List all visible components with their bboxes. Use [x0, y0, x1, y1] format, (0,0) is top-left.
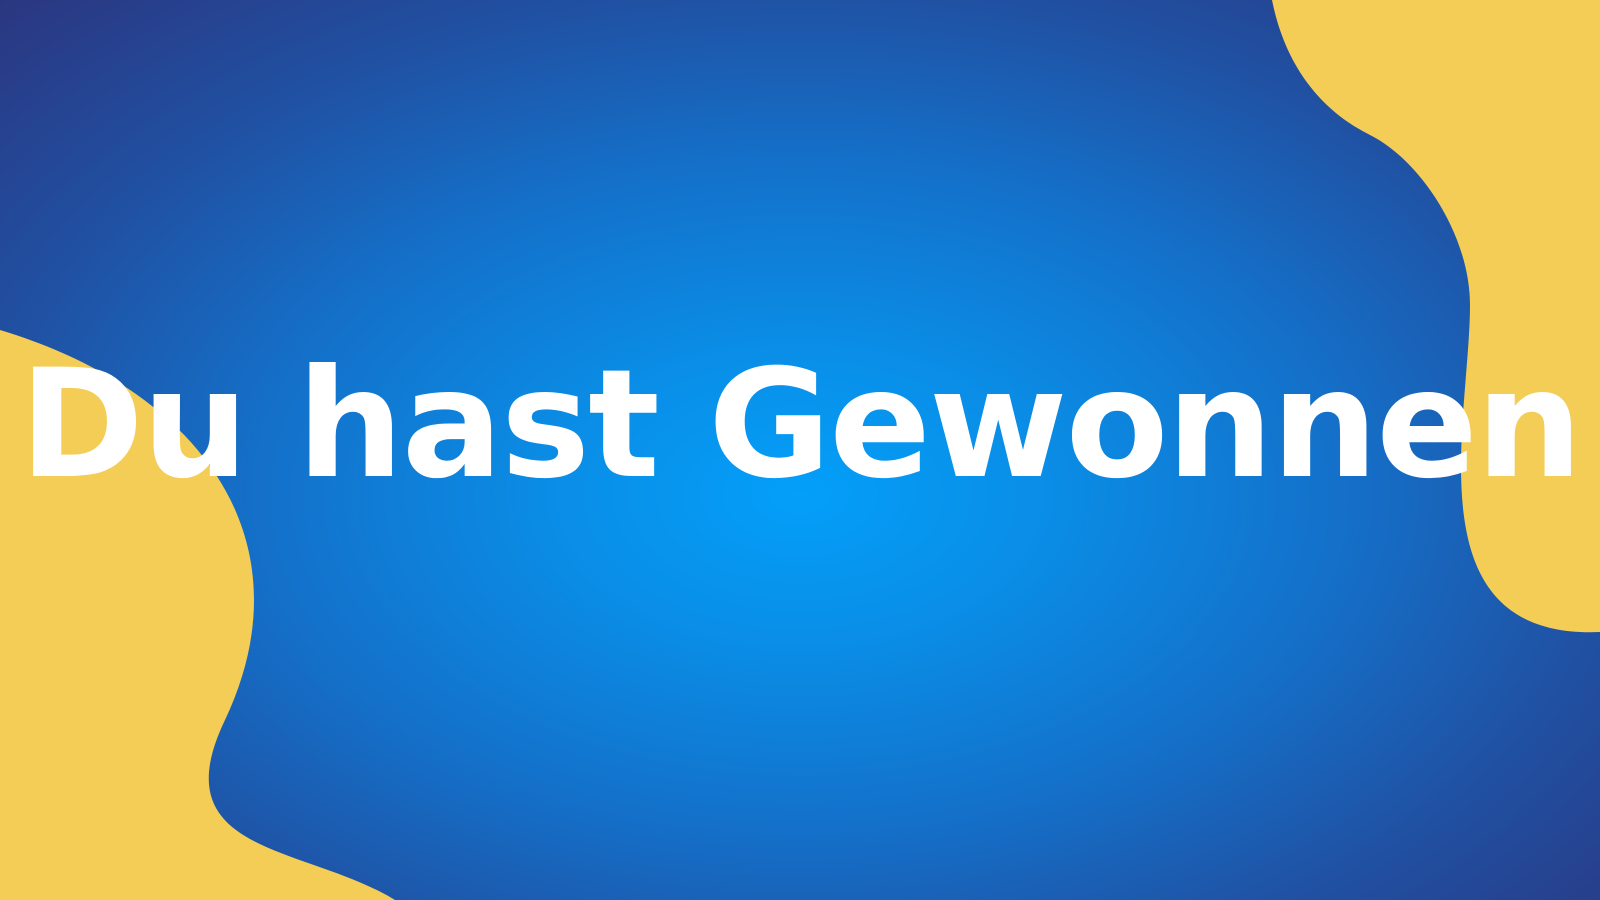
win-screen: Du hast Gewonnen — [0, 0, 1600, 900]
headline: Du hast Gewonnen — [19, 338, 1582, 512]
top-right-blob — [1272, 0, 1600, 633]
